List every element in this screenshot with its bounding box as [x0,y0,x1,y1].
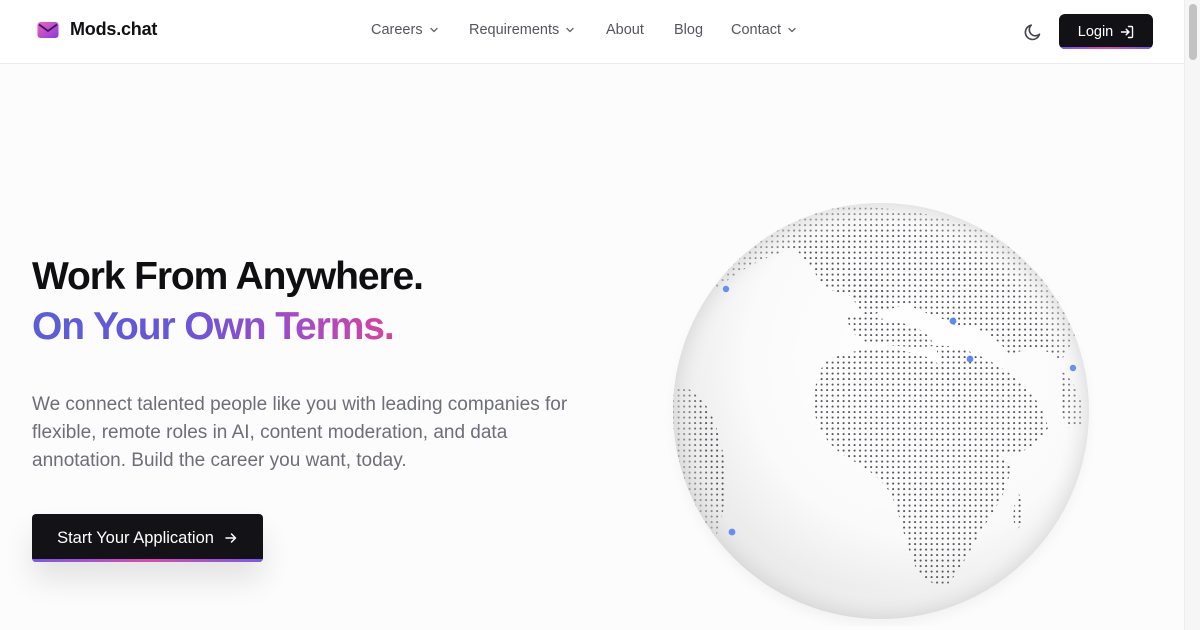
moon-icon[interactable] [1022,21,1044,43]
hero-subtitle-gradient: On Your Own Terms. [32,305,395,348]
login-arrow-icon [1121,25,1134,38]
nav-item-blog[interactable]: Blog [674,22,703,38]
landing-page: Mods.chat Careers Requirements About Blo… [0,0,1200,630]
dotted-globe-illustration [673,203,1089,624]
main-nav: Careers Requirements About Blog Contact [0,0,1184,64]
nav-item-label: Contact [731,22,781,38]
arrow-right-icon [225,533,237,543]
scrollbar-thumb[interactable] [1189,4,1197,60]
chevron-down-icon [566,27,574,33]
nav-item-label: About [606,22,644,38]
button-glow [32,559,263,562]
chevron-down-icon [429,27,438,33]
hero-description: We connect talented people like you with… [32,394,568,471]
hero-title: Work From Anywhere. [32,255,424,298]
nav-item-label: Blog [674,22,704,38]
cta-label: Start Your Application [57,528,214,547]
nav-item-contact[interactable]: Contact [731,22,797,38]
nav-item-about[interactable]: About [606,22,644,38]
button-glow [1059,47,1153,49]
nav-item-requirements[interactable]: Requirements [469,22,575,38]
nav-item-careers[interactable]: Careers [371,22,439,38]
start-application-button[interactable]: Start Your Application [32,514,263,562]
site-header: Mods.chat Careers Requirements About Blo… [0,0,1184,64]
page-scrollbar[interactable] [1184,0,1200,630]
login-label: Login [1077,23,1114,40]
nav-item-label: Requirements [469,22,560,38]
nav-item-label: Careers [371,22,423,38]
chevron-down-icon [788,27,796,33]
login-button[interactable]: Login [1059,14,1153,49]
